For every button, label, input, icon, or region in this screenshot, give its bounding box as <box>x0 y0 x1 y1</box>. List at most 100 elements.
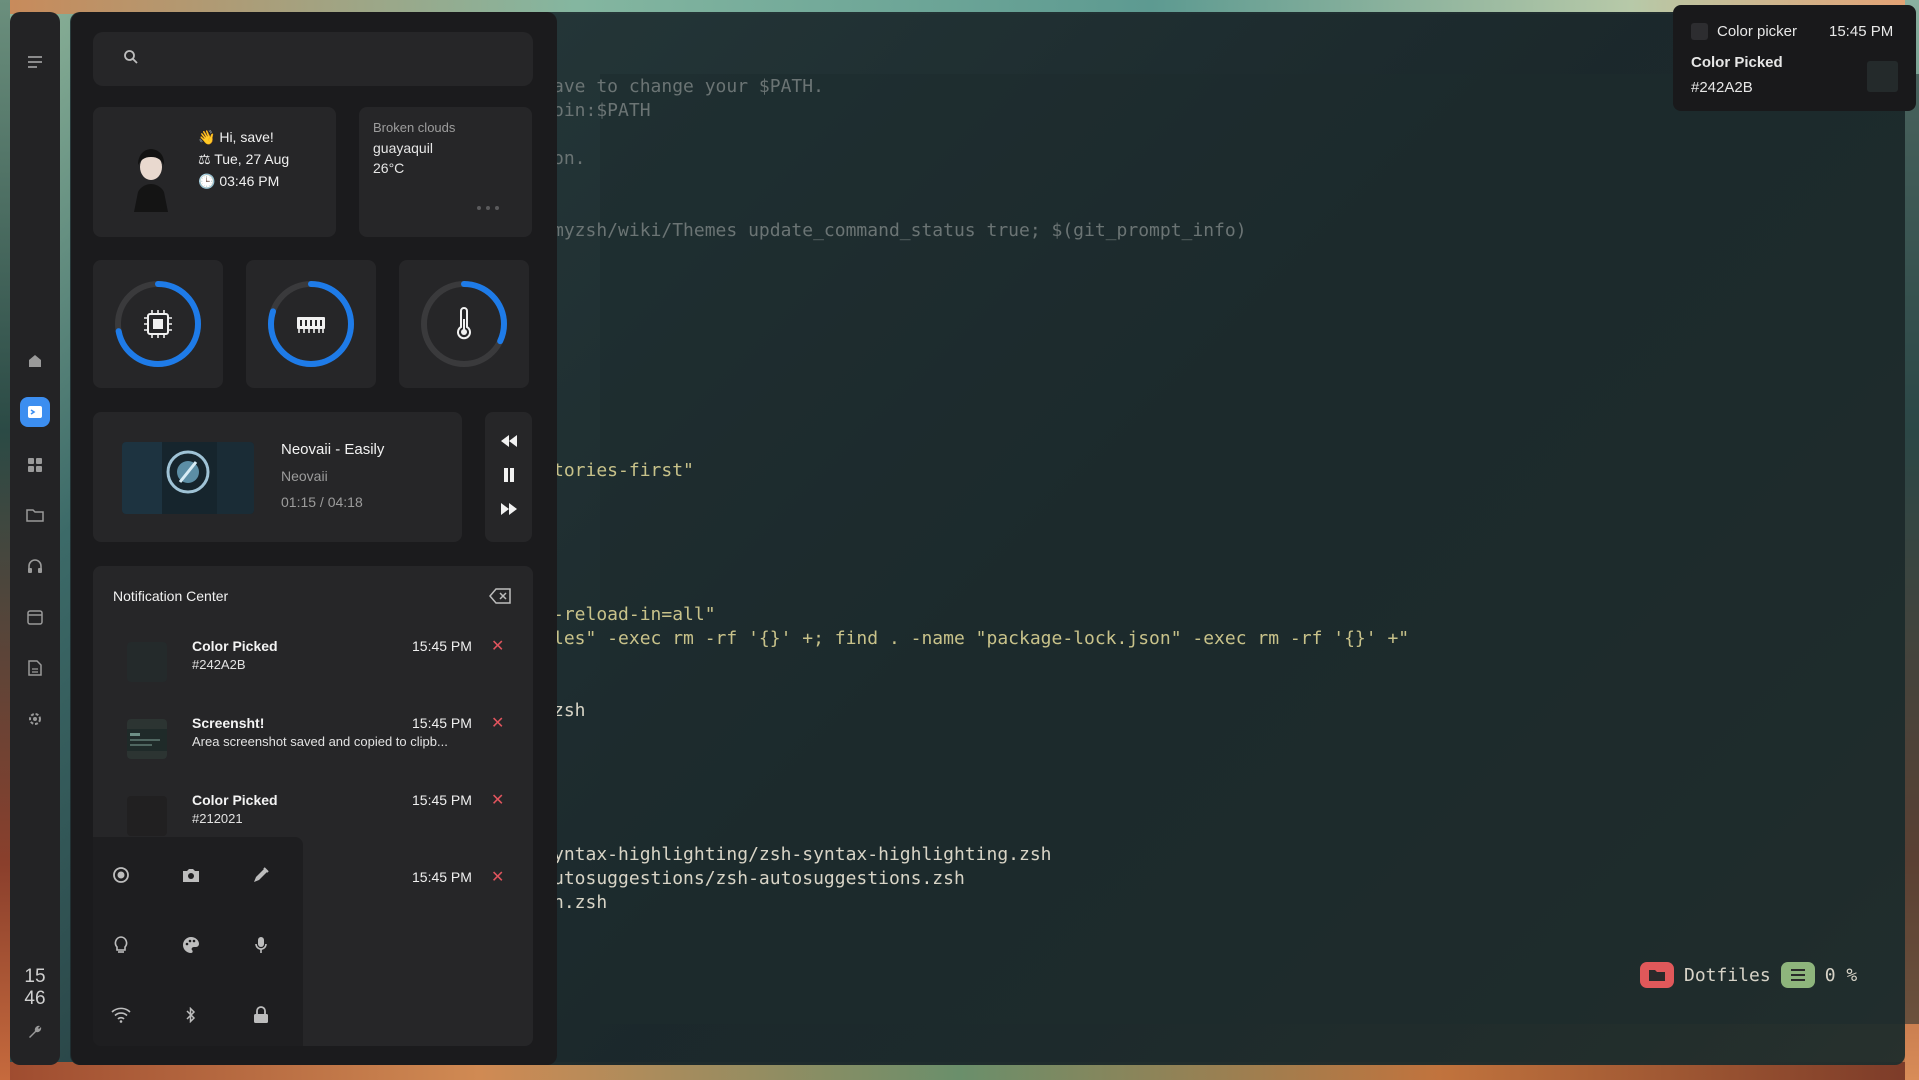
clear-all-icon[interactable] <box>489 588 511 609</box>
notification-item[interactable]: Screensht! Area screenshot saved and cop… <box>113 713 513 769</box>
toast-app-name: Color picker <box>1717 23 1798 40</box>
bluetooth-icon[interactable] <box>176 1000 206 1030</box>
rewind-icon[interactable] <box>500 434 518 453</box>
notification-time: 15:45 PM <box>412 638 472 654</box>
cpu-icon <box>144 310 172 338</box>
toast-body: #242A2B <box>1691 79 1753 96</box>
notification-center-title: Notification Center <box>113 588 229 604</box>
notification-body: Area screenshot saved and copied to clip… <box>192 734 448 749</box>
wrench-icon[interactable] <box>23 1020 47 1044</box>
weather-temp: 26°C <box>373 160 405 176</box>
music-controls <box>485 412 532 542</box>
terminal-line: ave to change your $PATH. <box>553 76 824 97</box>
date-text: Tue, 27 Aug <box>214 151 290 167</box>
terminal-line: on. <box>553 148 586 169</box>
lock-icon[interactable] <box>246 1000 276 1030</box>
menu-icon[interactable] <box>23 50 47 74</box>
more-icon[interactable] <box>477 206 499 210</box>
folder-icon[interactable] <box>23 503 47 527</box>
terminal-line: myzsh/wiki/Themes update_command_status … <box>553 220 1247 241</box>
microphone-icon[interactable] <box>246 930 276 960</box>
status-percent: 0 % <box>1824 964 1858 986</box>
home-icon[interactable] <box>23 349 47 373</box>
album-art <box>122 442 254 514</box>
notification-title: Color Picked <box>192 638 278 654</box>
weather-card: Broken clouds guayaquil 26°C <box>359 107 532 237</box>
terminal-statusline: Dotfiles 0 % <box>1640 962 1857 988</box>
color-swatch <box>1867 61 1898 92</box>
color-picker-icon[interactable] <box>246 860 276 890</box>
notification-thumb <box>127 642 167 682</box>
close-icon[interactable]: ✕ <box>491 790 504 810</box>
clock-minute: 46 <box>24 988 46 1009</box>
weather-city: guayaquil <box>373 140 433 156</box>
search-input[interactable] <box>139 32 533 86</box>
screenshot-thumb <box>127 719 167 759</box>
notification-body: #242A2B <box>192 657 246 672</box>
status-directory: Dotfiles <box>1684 964 1771 986</box>
terminal-line: les" -exec rm -rf '{}' +; find . -name "… <box>553 628 1410 649</box>
lines-icon <box>1780 962 1815 988</box>
dock-clock: 15 46 <box>10 966 60 1010</box>
scale-icon: ⚖ <box>198 151 211 167</box>
song-title: Neovaii - Easily <box>281 441 385 458</box>
pause-icon[interactable] <box>502 467 516 488</box>
terminal-line: yntax-highlighting/zsh-syntax-highlighti… <box>553 844 1052 865</box>
weather-condition: Broken clouds <box>373 120 456 135</box>
music-player: Neovaii - Easily Neovaii 01:15 / 04:18 <box>93 412 462 542</box>
notification-thumb <box>127 796 167 836</box>
document-icon[interactable] <box>23 656 47 680</box>
search-icon <box>123 49 139 70</box>
palette-icon[interactable] <box>176 930 206 960</box>
lightbulb-icon[interactable] <box>106 930 136 960</box>
notification-time: 15:45 PM <box>412 792 472 808</box>
folder-icon <box>1640 962 1674 988</box>
dock: 15 46 <box>10 12 60 1065</box>
notification-time: 15:45 PM <box>412 715 472 731</box>
song-progress: 01:15 / 04:18 <box>281 494 363 510</box>
toast-title: Color Picked <box>1691 54 1783 71</box>
calendar-icon[interactable] <box>23 605 47 629</box>
profile-card: 👋 Hi, save! ⚖ Tue, 27 Aug 🕒 03:46 PM <box>93 107 336 237</box>
settings-icon[interactable] <box>23 707 47 731</box>
wallpaper-left <box>0 0 10 1080</box>
notification-item[interactable]: Color Picked #242A2B 15:45 PM ✕ <box>113 636 513 692</box>
terminal-line: n.zsh <box>553 892 608 913</box>
terminal-line: utosuggestions/zsh-autosuggestions.zsh <box>553 868 965 889</box>
search-bar[interactable] <box>93 32 533 86</box>
terminal-line: zsh <box>553 700 586 721</box>
toast-notification[interactable]: Color picker 15:45 PM Color Picked #242A… <box>1673 5 1916 111</box>
notification-time: 15:45 PM <box>412 869 472 885</box>
record-icon[interactable] <box>106 860 136 890</box>
fast-forward-icon[interactable] <box>500 502 518 521</box>
cpu-gauge <box>93 260 223 388</box>
notification-title: Color Picked <box>192 792 278 808</box>
headphones-icon[interactable] <box>23 554 47 578</box>
color-picker-app-icon <box>1691 23 1708 40</box>
temperature-gauge <box>399 260 529 388</box>
terminal-icon[interactable] <box>20 397 50 427</box>
avatar <box>120 137 182 212</box>
date: ⚖ Tue, 27 Aug <box>198 151 289 168</box>
apps-icon[interactable] <box>23 453 47 477</box>
ram-gauge <box>246 260 376 388</box>
greeting-text: Hi, save! <box>219 129 274 145</box>
clock-hour: 15 <box>24 966 46 987</box>
toast-time: 15:45 PM <box>1829 23 1894 40</box>
notification-title: Screensht! <box>192 715 265 731</box>
wifi-icon[interactable] <box>106 1000 136 1030</box>
terminal-line: -reload-in=all" <box>553 604 716 625</box>
ram-icon <box>297 317 325 333</box>
quick-settings <box>93 837 303 1046</box>
clock-icon: 🕒 <box>198 173 216 189</box>
close-icon[interactable]: ✕ <box>491 867 504 887</box>
close-icon[interactable]: ✕ <box>491 636 504 656</box>
terminal-line: oin:$PATH <box>553 100 651 121</box>
close-icon[interactable]: ✕ <box>491 713 504 733</box>
thermometer-icon <box>457 307 471 340</box>
time: 🕒 03:46 PM <box>198 173 279 190</box>
control-panel: 👋 Hi, save! ⚖ Tue, 27 Aug 🕒 03:46 PM Bro… <box>71 12 557 1065</box>
song-artist: Neovaii <box>281 468 328 484</box>
camera-icon[interactable] <box>176 860 206 890</box>
terminal-line: tories-first" <box>553 460 694 481</box>
